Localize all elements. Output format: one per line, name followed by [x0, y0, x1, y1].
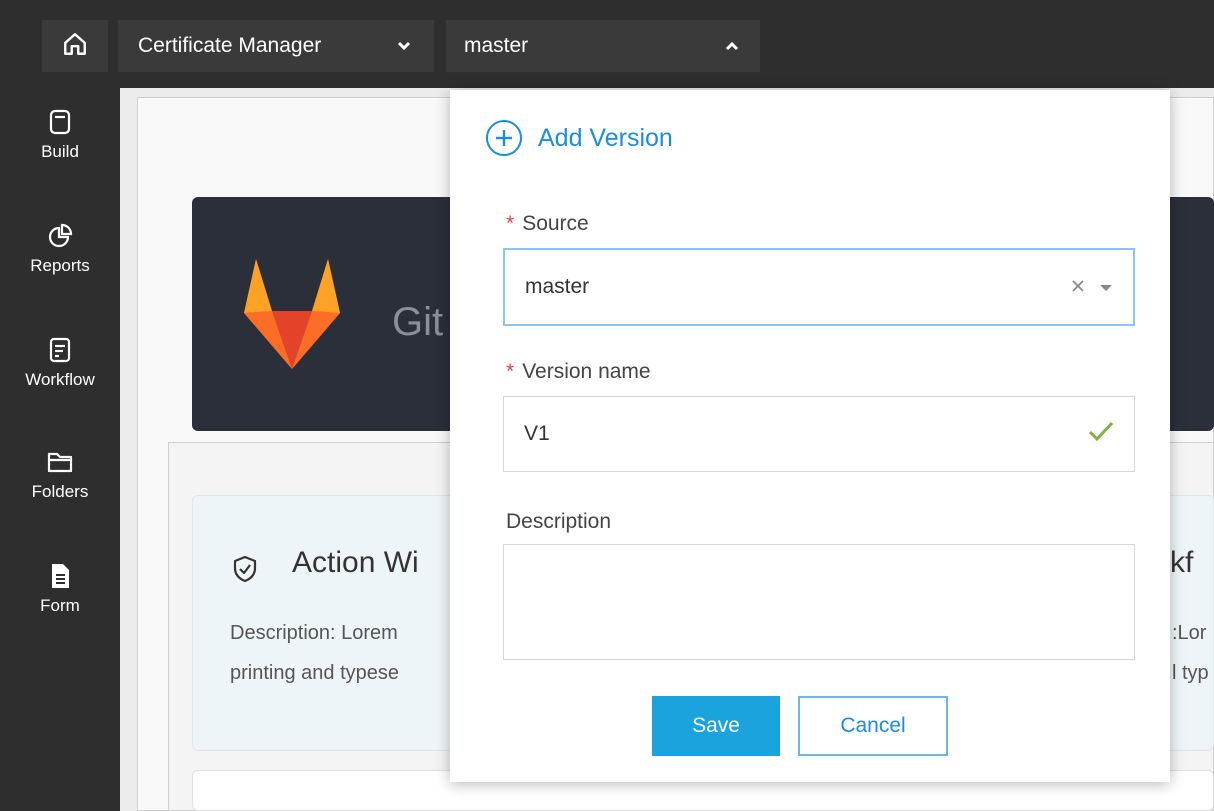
version-name-label: * Version name [506, 360, 651, 384]
sidebar-item-folders[interactable]: Folders [0, 448, 120, 502]
caret-down-icon[interactable] [1099, 275, 1113, 299]
build-icon [48, 108, 72, 136]
required-mark: * [506, 212, 515, 235]
add-version-button[interactable]: Add Version [486, 120, 673, 156]
version-name-label-text: Version name [522, 360, 651, 383]
chevron-down-icon [394, 36, 414, 56]
save-button[interactable]: Save [652, 696, 780, 756]
widget-description-line: Description: Lorem [230, 622, 398, 644]
clear-icon[interactable] [1071, 275, 1085, 299]
add-version-popover: Add Version * Source master * Version name… [450, 90, 1170, 782]
sidebar-item-form[interactable]: Form [0, 562, 120, 616]
sidebar: Build Reports Workflow Folders Form [0, 88, 120, 811]
sidebar-item-label: Reports [30, 256, 90, 275]
source-label: * Source [506, 212, 589, 236]
gitlab-logo-icon [242, 253, 342, 378]
source-label-text: Source [522, 212, 589, 235]
widget-description-line: l typ [1172, 662, 1209, 684]
shield-icon [232, 555, 258, 588]
plus-circle-icon [486, 120, 522, 156]
source-select-value: master [525, 275, 590, 298]
source-select[interactable]: master [503, 248, 1135, 326]
home-icon [62, 31, 88, 62]
version-name-field[interactable]: V1 [503, 396, 1135, 472]
reports-icon [47, 222, 73, 250]
sidebar-item-build[interactable]: Build [0, 108, 120, 162]
branch-select[interactable]: master [446, 20, 760, 72]
description-textarea[interactable] [503, 544, 1135, 660]
description-label: Description [506, 510, 612, 533]
valid-check-icon [1088, 420, 1114, 448]
required-mark: * [506, 360, 515, 383]
sidebar-item-label: Workflow [25, 370, 95, 389]
widget-description-line: :Lor [1172, 622, 1207, 644]
sidebar-item-reports[interactable]: Reports [0, 222, 120, 276]
folder-icon [46, 448, 74, 476]
workflow-icon [48, 336, 72, 364]
chevron-up-icon [722, 36, 742, 56]
sidebar-item-label: Folders [31, 482, 89, 501]
branch-select-value: master [464, 34, 529, 57]
sidebar-item-label: Build [41, 142, 79, 161]
widget-title: Action Wi [292, 546, 419, 579]
app-select-value: Certificate Manager [138, 34, 322, 57]
sidebar-item-workflow[interactable]: Workflow [0, 336, 120, 390]
home-button[interactable] [42, 20, 108, 72]
form-icon [49, 562, 71, 590]
top-bar: Certificate Manager master [0, 0, 1214, 88]
widget-description-line: printing and typese [230, 662, 400, 684]
version-name-value: V1 [524, 422, 550, 445]
add-version-label: Add Version [538, 123, 673, 152]
banner-title: Git [392, 300, 444, 344]
app-select[interactable]: Certificate Manager [118, 20, 434, 72]
sidebar-item-label: Form [40, 596, 80, 615]
cancel-button[interactable]: Cancel [798, 696, 948, 756]
